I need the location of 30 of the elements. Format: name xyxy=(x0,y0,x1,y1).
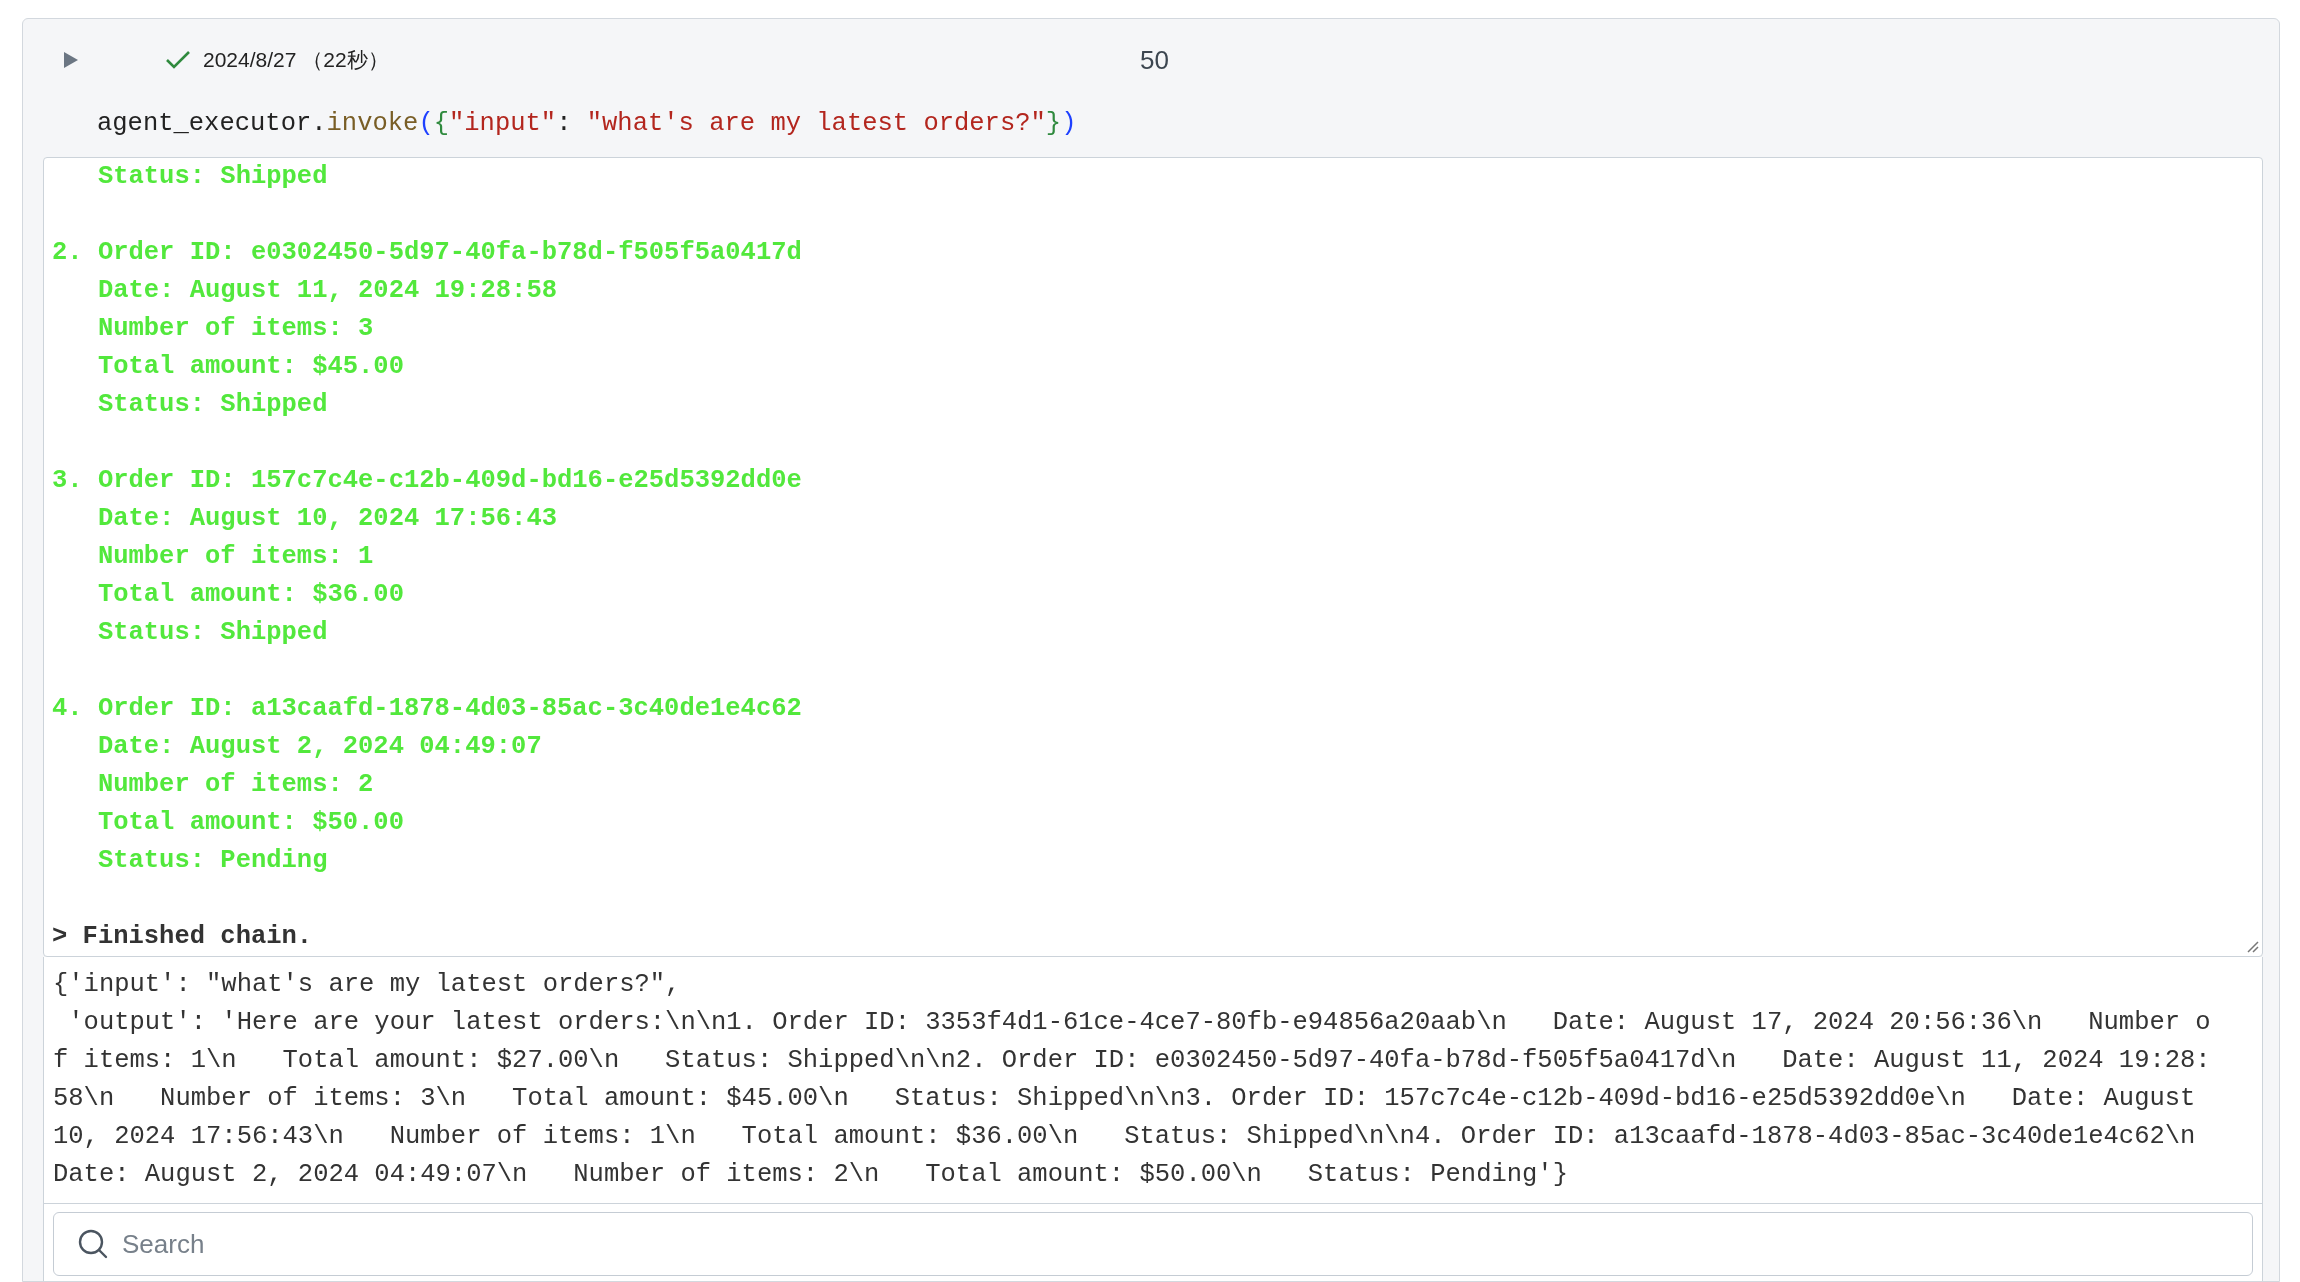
search-icon xyxy=(77,1228,109,1260)
finished-message: > Finished chain. xyxy=(52,921,313,953)
output-line: 2. Order ID: e0302450-5d97-40fa-b78d-f505f5a0417d xyxy=(52,237,802,269)
result-line: 10, 2024 17:56:43\n Number of items: 1\n Total amount: $36.00\n Status: Shipped\n\n4. Order ID: a13caafd-1878-4d03-85ac-3c40de1e4c62\n xyxy=(53,1121,2196,1153)
output-line: Total amount: $45.00 xyxy=(96,351,404,383)
result-line: {'input': "what's are my latest orders?", xyxy=(53,969,681,1001)
output-line: Date: August 2, 2024 04:49:07 xyxy=(96,731,542,763)
output-line: Status: Shipped xyxy=(96,617,328,649)
output-line: Date: August 10, 2024 17:56:43 xyxy=(96,503,557,535)
output-line: Date: August 11, 2024 19:28:58 xyxy=(96,275,557,307)
output-line: Status: Shipped xyxy=(96,161,328,193)
code-line: agent_executor.invoke({"input": "what's are my latest orders?"}) xyxy=(97,109,1077,138)
output-line: Total amount: $36.00 xyxy=(96,579,404,611)
execution-count: 50 xyxy=(1140,43,1169,77)
output-line: Total amount: $50.00 xyxy=(96,807,404,839)
output-line: Number of items: 2 xyxy=(96,769,374,801)
result-line: f items: 1\n Total amount: $27.00\n Status: Shipped\n\n2. Order ID: e0302450-5d97-40fa-b78d-f505f5a0417d\n Date: August 11, 2024 19:28: xyxy=(53,1045,2211,1077)
output-line: 3. Order ID: 157c7c4e-c12b-409d-bd16-e25d5392dd0e xyxy=(52,465,802,497)
result-line: 'output': 'Here are your latest orders:\n\n1. Order ID: 3353f4d1-61ce-4ce7-80fb-e94856a20aab\n Date: August 17, 2024 20:56:36\n Number o xyxy=(67,1007,2211,1039)
output-line: 4. Order ID: a13caafd-1878-4d03-85ac-3c40de1e4c62 xyxy=(52,693,802,725)
output-line: Status: Shipped xyxy=(96,389,328,421)
result-line: Date: August 2, 2024 04:49:07\n Number of items: 2\n Total amount: $50.00\n Status: Pending'} xyxy=(53,1159,1568,1191)
resize-handle-icon[interactable] xyxy=(2245,939,2259,953)
search-field[interactable]: Search xyxy=(53,1212,2253,1276)
execution-time: 2024/8/27 （22秒） xyxy=(203,47,389,74)
output-line: Number of items: 3 xyxy=(96,313,374,345)
play-icon xyxy=(63,51,79,69)
output-line: Status: Pending xyxy=(96,845,328,877)
output-line: Number of items: 1 xyxy=(96,541,374,573)
result-line: 58\n Number of items: 3\n Total amount: $45.00\n Status: Shipped\n\n3. Order ID: 157c7c4e-c12b-409d-bd16-e25d5392dd0e\n Date: August xyxy=(53,1083,2196,1115)
